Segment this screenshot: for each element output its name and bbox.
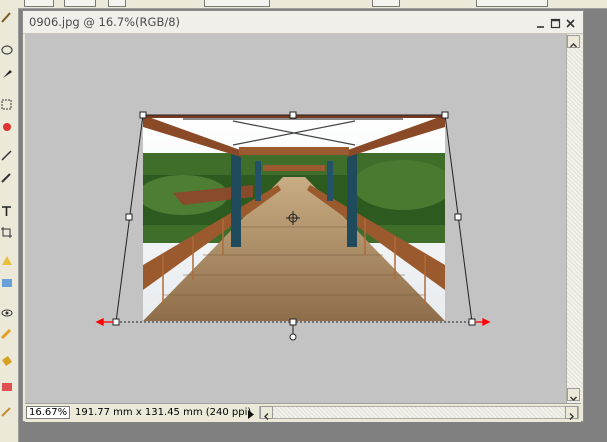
close-icon[interactable] (564, 15, 577, 28)
status-bar: 16.67% 191.77 mm x 131.45 mm (240 ppi) (25, 403, 581, 422)
shape-icon[interactable] (0, 276, 14, 290)
minimize-icon[interactable] (534, 15, 547, 28)
slice-icon[interactable] (0, 254, 14, 268)
options-bar (0, 0, 607, 9)
scroll-down-button[interactable] (567, 388, 580, 401)
stamp-icon[interactable] (0, 120, 14, 134)
pencil-icon[interactable] (0, 326, 14, 340)
type-icon[interactable] (0, 204, 14, 218)
options-bar-control[interactable] (372, 0, 400, 7)
pen-icon[interactable] (0, 66, 14, 80)
marquee-icon[interactable] (0, 98, 14, 112)
options-bar-control[interactable] (204, 0, 270, 7)
options-bar-control[interactable] (24, 0, 54, 7)
eyedropper-icon[interactable] (0, 170, 14, 184)
lasso-icon[interactable] (0, 44, 14, 58)
vertical-scrollbar[interactable] (566, 34, 582, 403)
bucket-icon[interactable] (0, 354, 14, 368)
status-menu-arrow-icon[interactable] (245, 406, 256, 419)
scroll-up-button[interactable] (567, 35, 580, 48)
options-bar-control[interactable] (476, 0, 548, 7)
photo-layer[interactable] (143, 115, 445, 321)
horizontal-scrollbar[interactable] (259, 406, 579, 420)
toolbox (0, 8, 19, 442)
zoom-field[interactable]: 16.67% (26, 406, 70, 419)
eraser-icon[interactable] (0, 380, 14, 394)
options-bar-control[interactable] (108, 0, 126, 7)
options-bar-control[interactable] (64, 0, 96, 7)
document-info: 191.77 mm x 131.45 mm (240 ppi) (75, 407, 252, 418)
document-title: 0906.jpg @ 16.7%(RGB/8) (29, 15, 181, 29)
scroll-right-button[interactable] (565, 406, 578, 420)
crop-icon[interactable] (0, 226, 14, 240)
document-titlebar[interactable]: 0906.jpg @ 16.7%(RGB/8) (23, 11, 583, 34)
maximize-icon[interactable] (549, 15, 562, 29)
scroll-left-button[interactable] (260, 406, 273, 420)
brush-icon[interactable] (0, 10, 14, 24)
print-icon[interactable] (0, 404, 14, 418)
eye-icon[interactable] (0, 306, 14, 320)
magic-wand-icon[interactable] (0, 148, 14, 162)
